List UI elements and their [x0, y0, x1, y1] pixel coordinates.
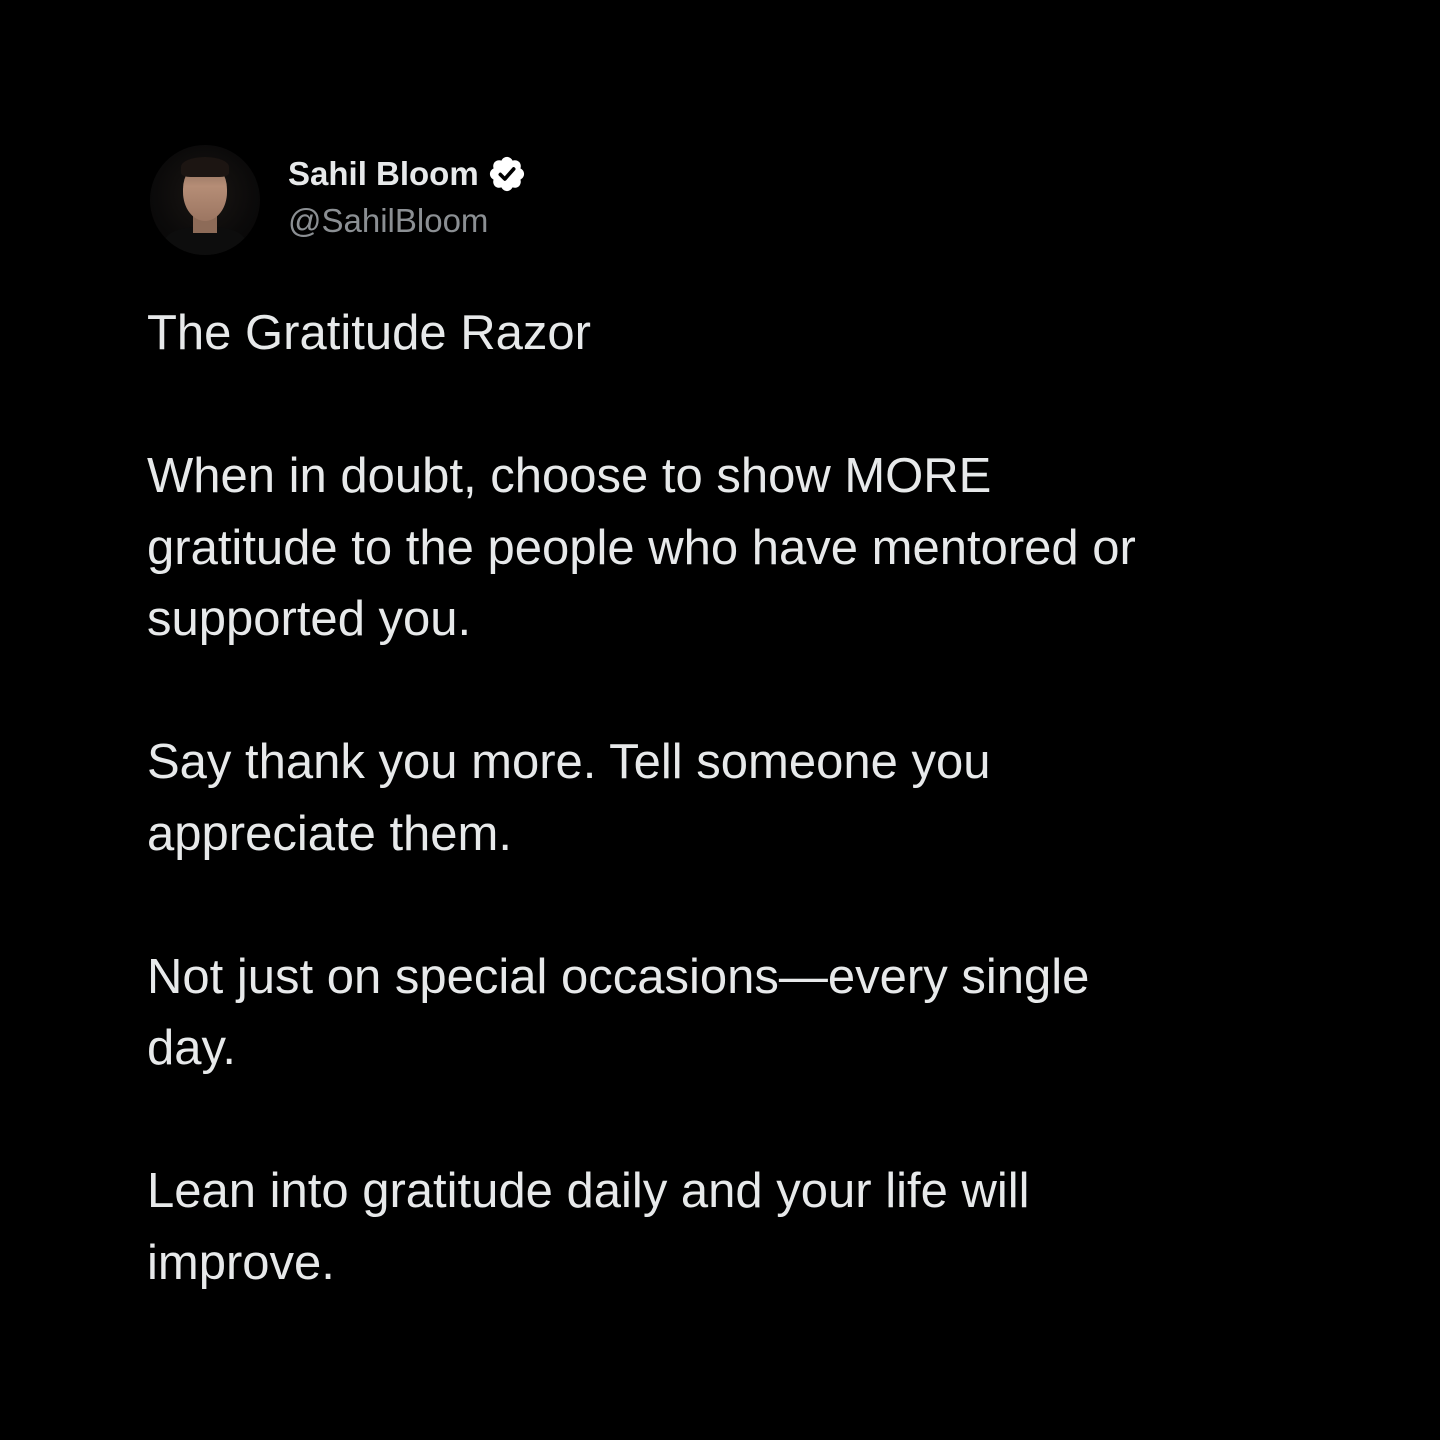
tweet-line: gratitude to the people who have mentore… [147, 520, 1136, 575]
tweet-line: day. [147, 1021, 236, 1075]
tweet-line: Say thank you more. Tell someone you [147, 735, 991, 789]
tweet-line: The Gratitude Razor [147, 306, 591, 360]
avatar[interactable] [150, 145, 260, 255]
tweet-line: supported you. [147, 592, 472, 646]
tweet-text: The Gratitude Razor When in doubt, choose… [147, 298, 1136, 1299]
verified-badge-icon [489, 156, 524, 192]
avatar-hair [181, 157, 229, 177]
tweet-line: When in doubt, choose to show MORE [147, 449, 992, 503]
author-handle[interactable]: @SahilBloom [288, 202, 488, 240]
tweet-line: Lean into gratitude daily and your life … [147, 1164, 1030, 1218]
author-name[interactable]: Sahil Bloom [288, 155, 479, 193]
tweet-line: appreciate them. [147, 806, 512, 861]
tweet-line: improve. [147, 1235, 335, 1290]
author-name-row: Sahil Bloom [288, 154, 527, 194]
tweet-line: Not just on special occasions—every sing… [147, 949, 1090, 1004]
